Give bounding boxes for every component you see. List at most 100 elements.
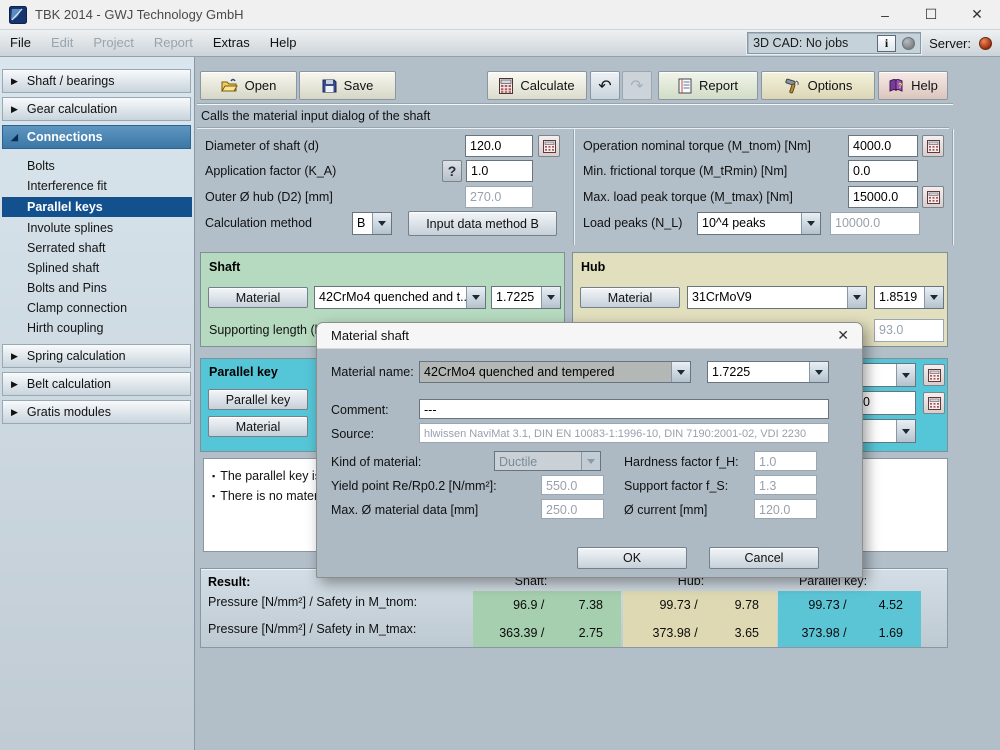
material-name-select[interactable]: 42CrMo4 quenched and tempered [419, 361, 691, 383]
diameter-input[interactable]: 120.0 [465, 135, 533, 157]
outer-hub-diameter-input: 270.0 [465, 186, 533, 208]
nominal-torque-calculator-button[interactable] [922, 135, 944, 157]
sidebar-item-bolts-and-pins[interactable]: Bolts and Pins [0, 278, 194, 298]
open-button[interactable]: Open [200, 71, 297, 100]
undo-button[interactable]: ↶ [590, 71, 620, 100]
chevron-down-icon[interactable] [809, 362, 828, 382]
result-shaft-values: 96.9 /7.38 363.39 /2.75 [473, 591, 621, 647]
hub-section-title: Hub [581, 260, 605, 274]
sidebar-section-gratis-modules[interactable]: ▶ Gratis modules [2, 400, 191, 424]
calculator-icon [927, 140, 940, 153]
save-button[interactable]: Save [299, 71, 396, 100]
message-text: There is no materi [220, 489, 321, 503]
chevron-down-icon[interactable] [541, 287, 560, 308]
sidebar-item-bolts[interactable]: Bolts [0, 156, 194, 176]
peak-torque-input[interactable]: 15000.0 [848, 186, 918, 208]
menu-file[interactable]: File [0, 30, 41, 56]
ok-button[interactable]: OK [577, 547, 687, 569]
sidebar-item-involute-splines[interactable]: Involute splines [0, 218, 194, 238]
calculate-label: Calculate [520, 78, 574, 93]
options-button[interactable]: Options [761, 71, 875, 100]
frictional-torque-input[interactable]: 0.0 [848, 160, 918, 182]
bullet-icon: ▪ [212, 491, 215, 501]
menu-extras[interactable]: Extras [203, 30, 260, 56]
material-name-value: 42CrMo4 quenched and tempered [420, 362, 671, 382]
hub-material-select[interactable]: 31CrMoV9 [687, 286, 867, 309]
shaft-material-button[interactable]: Material [208, 287, 308, 308]
menu-edit: Edit [41, 30, 83, 56]
menubar: File Edit Project Report Extras Help 3D … [0, 30, 1000, 57]
close-icon[interactable]: ✕ [954, 0, 1000, 29]
hub-length-input: 93.0 [874, 319, 944, 342]
chevron-down-icon[interactable] [671, 362, 690, 382]
hub-material-number-select[interactable]: 1.8519 [874, 286, 944, 309]
max-diameter-input: 250.0 [541, 499, 604, 519]
sidebar-section-label: Spring calculation [27, 349, 126, 363]
dialog-titlebar[interactable]: Material shaft ✕ [317, 323, 862, 349]
app-logo-icon [9, 6, 27, 24]
parallel-key-material-button[interactable]: Material [208, 416, 308, 437]
info-icon[interactable]: i [877, 35, 896, 52]
hardness-factor-input: 1.0 [754, 451, 817, 471]
shaft-material-select[interactable]: 42CrMo4 quenched and t... [314, 286, 486, 309]
application-factor-help-button[interactable]: ? [442, 160, 462, 182]
minimize-icon[interactable]: – [862, 0, 908, 29]
chevron-down-icon[interactable] [896, 364, 915, 386]
load-peaks-label: Load peaks (N_L) [583, 212, 682, 234]
chevron-down-icon[interactable] [372, 213, 391, 234]
chevron-down-icon[interactable] [896, 420, 915, 442]
material-shaft-dialog: Material shaft ✕ Material name: 42CrMo4 … [316, 322, 863, 578]
dialog-close-icon[interactable]: ✕ [837, 327, 849, 344]
chevron-down-icon[interactable] [847, 287, 866, 308]
parallel-key-button[interactable]: Parallel key [208, 389, 308, 410]
tools-icon [784, 78, 801, 94]
parallel-key-calculator-button[interactable] [923, 364, 945, 386]
sidebar-item-hirth-coupling[interactable]: Hirth coupling [0, 318, 194, 338]
parallel-key-length-calculator-button[interactable] [923, 392, 945, 414]
sidebar-section-label: Connections [27, 130, 103, 144]
application-factor-input[interactable]: 1.0 [466, 160, 533, 182]
app-window: TBK 2014 - GWJ Technology GmbH – ☐ ✕ Fil… [0, 0, 1000, 750]
safety-value: 2.75 [554, 626, 621, 640]
shaft-material-number-select[interactable]: 1.7225 [491, 286, 561, 309]
maximize-icon[interactable]: ☐ [908, 0, 954, 29]
help-button[interactable]: ? Help [878, 71, 948, 100]
sidebar-item-serrated-shaft[interactable]: Serrated shaft [0, 238, 194, 258]
diameter-calculator-button[interactable] [538, 135, 560, 157]
comment-input[interactable]: --- [419, 399, 829, 419]
sidebar-section-connections[interactable]: ◢ Connections [2, 125, 191, 149]
sidebar-section-belt-calculation[interactable]: ▶ Belt calculation [2, 372, 191, 396]
sidebar-item-splined-shaft[interactable]: Splined shaft [0, 258, 194, 278]
nominal-torque-input[interactable]: 4000.0 [848, 135, 918, 157]
menu-help[interactable]: Help [260, 30, 307, 56]
report-button[interactable]: Report [658, 71, 758, 100]
calculate-button[interactable]: Calculate [487, 71, 587, 100]
sidebar-section-gear-calculation[interactable]: ▶ Gear calculation [2, 97, 191, 121]
nominal-torque-label: Operation nominal torque (M_tnom) [Nm] [583, 135, 811, 157]
input-data-method-b-button[interactable]: Input data method B [408, 211, 557, 236]
current-diameter-input: 120.0 [754, 499, 817, 519]
sidebar-section-shaft-bearings[interactable]: ▶ Shaft / bearings [2, 69, 191, 93]
sidebar-section-spring-calculation[interactable]: ▶ Spring calculation [2, 344, 191, 368]
cancel-button[interactable]: Cancel [709, 547, 819, 569]
hub-material-button[interactable]: Material [580, 287, 680, 308]
cad-status-indicator [902, 37, 915, 50]
calculation-method-select[interactable]: B [352, 212, 392, 235]
max-diameter-label: Max. Ø material data [mm] [331, 499, 478, 521]
form-right-divider [952, 129, 953, 245]
chevron-down-icon[interactable] [466, 287, 485, 308]
load-peaks-select[interactable]: 10^4 peaks [697, 212, 821, 235]
chevron-down-icon[interactable] [924, 287, 943, 308]
chevron-down-icon[interactable] [801, 213, 820, 234]
sidebar-item-parallel-keys[interactable]: Parallel keys [2, 197, 192, 217]
sidebar-section-label: Shaft / bearings [27, 74, 115, 88]
shaft-material-value: 42CrMo4 quenched and t... [315, 287, 466, 308]
material-number-select[interactable]: 1.7225 [707, 361, 829, 383]
sidebar-item-interference-fit[interactable]: Interference fit [0, 176, 194, 196]
sidebar-item-clamp-connection[interactable]: Clamp connection [0, 298, 194, 318]
material-number-value: 1.7225 [708, 362, 809, 382]
expanded-triangle-icon: ◢ [11, 132, 18, 143]
kind-of-material-value: Ductile [495, 452, 581, 470]
peak-torque-calculator-button[interactable] [922, 186, 944, 208]
sidebar: ▶ Shaft / bearings ▶ Gear calculation ◢ … [0, 57, 195, 750]
